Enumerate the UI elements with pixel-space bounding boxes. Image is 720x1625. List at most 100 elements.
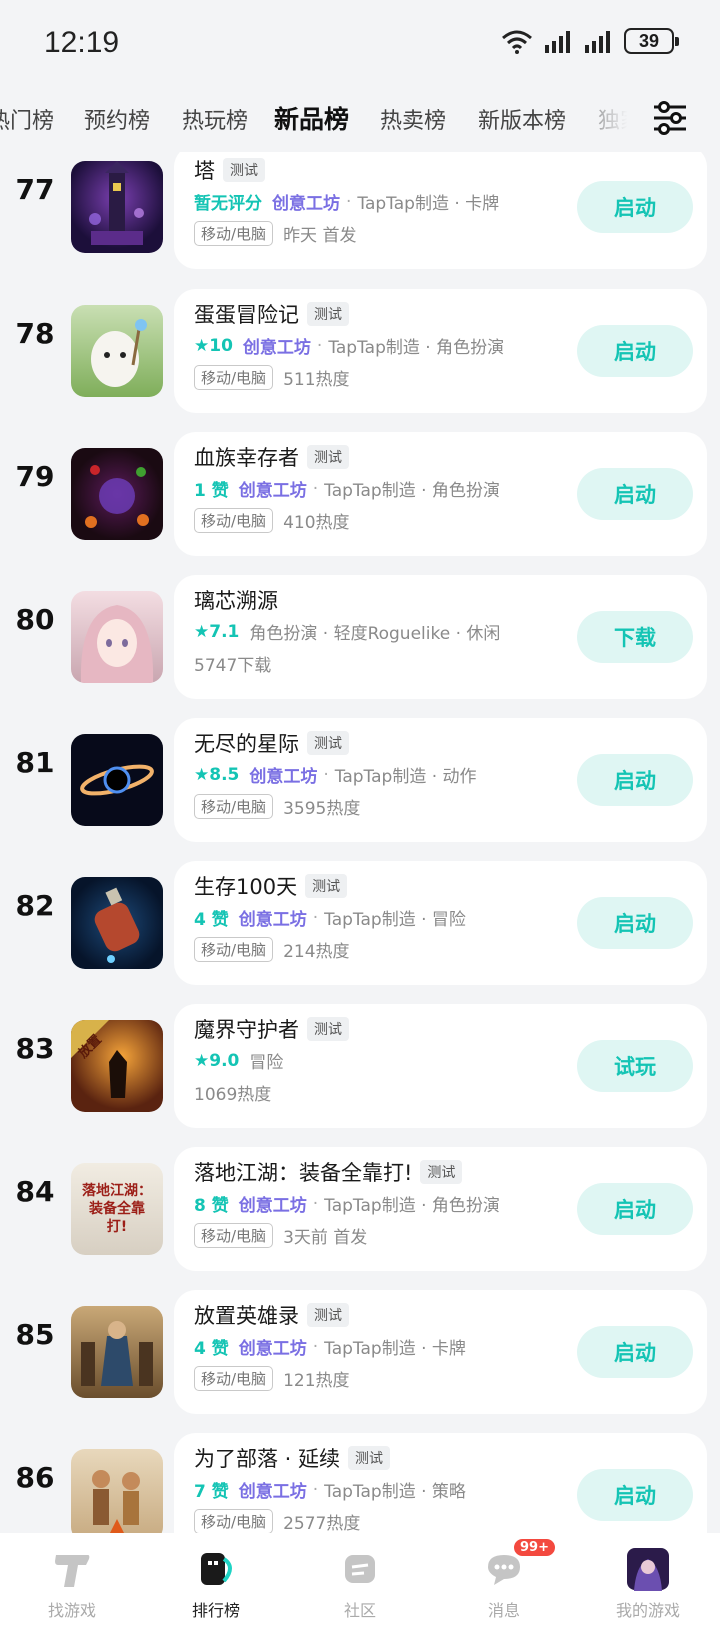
game-card[interactable]: 蛋蛋冒险记 测试 ★10 创意工坊 · TapTap制造 · 角色扮演 移动/电… [174, 289, 707, 413]
nav-label: 消息 [487, 1601, 520, 1620]
nav-messages[interactable]: 99+ 消息 [432, 1533, 576, 1625]
game-info: 3天前 首发 [283, 1228, 368, 1248]
try-button[interactable]: 试玩 [577, 1040, 693, 1092]
list-item[interactable]: 83 放置 魔界守护者 测试 ★9.0 冒险 1069热度 试玩 [0, 1004, 720, 1128]
game-card[interactable]: 为了部落 · 延续 测试 7 赞 创意工坊 · TapTap制造 · 策略 移动… [174, 1433, 707, 1533]
workshop-tag[interactable]: 创意工坊 [239, 905, 307, 930]
test-badge: 测试 [348, 1446, 391, 1470]
game-icon[interactable] [71, 591, 163, 683]
game-info: 2577热度 [283, 1514, 361, 1533]
game-tags: TapTap制造 · 冒险 [324, 910, 466, 930]
my-games-avatar-icon [627, 1548, 669, 1591]
tab-best-selling[interactable]: 热卖榜 [380, 103, 446, 135]
workshop-tag[interactable]: 创意工坊 [239, 476, 307, 501]
game-icon[interactable] [71, 1449, 163, 1533]
nav-community[interactable]: 社区 [288, 1533, 432, 1625]
tab-hot-play[interactable]: 热玩榜 [182, 103, 248, 135]
game-tags: 角色扮演 · 轻度Roguelike · 休闲 [249, 624, 501, 644]
launch-button[interactable]: 启动 [577, 181, 693, 233]
list-item[interactable]: 82 生存100天 测试 4 赞 创意工坊 · TapTap制造 · 冒险 移动… [0, 861, 720, 985]
platform-tag: 移动/电脑 [194, 508, 274, 533]
test-badge: 测试 [307, 445, 349, 469]
game-info: 511热度 [283, 370, 350, 390]
game-icon[interactable]: 放置 [71, 1020, 163, 1112]
game-icon[interactable] [71, 734, 163, 826]
game-tags: TapTap制造 · 卡牌 [324, 1339, 466, 1359]
list-item[interactable]: 80 璃芯溯源 ★7.1 角色扮演 · 轻度Roguelike · 休闲 574… [0, 575, 720, 699]
download-button[interactable]: 下载 [577, 611, 693, 663]
game-title: 蛋蛋冒险记 [194, 303, 299, 327]
game-card[interactable]: 落地江湖：装备全靠打! 测试 8 赞 创意工坊 · TapTap制造 · 角色扮… [174, 1147, 707, 1271]
filter-icon[interactable] [650, 98, 690, 138]
rank-number: 83 [15, 1032, 55, 1065]
workshop-tag[interactable]: 创意工坊 [239, 1191, 307, 1216]
game-score: ★8.5 [194, 764, 240, 785]
game-score: ★10 [194, 335, 233, 356]
game-title: 无尽的星际 [194, 732, 299, 756]
game-icon[interactable] [71, 305, 163, 397]
nav-my-games[interactable]: 我的游戏 [576, 1533, 720, 1625]
test-badge: 测试 [307, 731, 349, 755]
game-card[interactable]: 塔 测试 暂无评分 创意工坊 · TapTap制造 · 卡牌 移动/电脑 昨天 … [174, 152, 707, 269]
game-tags: TapTap制造 · 角色扮演 [324, 1196, 500, 1216]
tab-new-version[interactable]: 新版本榜 [478, 103, 566, 135]
rank-number: 86 [15, 1461, 55, 1494]
game-card[interactable]: 生存100天 测试 4 赞 创意工坊 · TapTap制造 · 冒险 移动/电脑… [174, 861, 707, 985]
list-item[interactable]: 78 蛋蛋冒险记 测试 ★10 创意工坊 · TapTap制造 · 角色扮演 移… [0, 289, 720, 413]
list-item[interactable]: 86 为了部落 · 延续 测试 7 赞 创意工坊 · TapTap制造 · 策略… [0, 1433, 720, 1533]
game-icon[interactable] [71, 1306, 163, 1398]
workshop-tag[interactable]: 创意工坊 [249, 762, 317, 787]
game-tags: TapTap制造 · 策略 [324, 1482, 466, 1502]
workshop-tag[interactable]: 创意工坊 [239, 1334, 307, 1359]
game-icon[interactable] [71, 448, 163, 540]
taptap-logo-icon [55, 1555, 90, 1587]
game-title: 放置英雄录 [194, 1304, 299, 1328]
game-tags: TapTap制造 · 卡牌 [357, 194, 500, 214]
game-card[interactable]: 无尽的星际 测试 ★8.5 创意工坊 · TapTap制造 · 动作 移动/电脑… [174, 718, 707, 842]
wifi-icon [502, 30, 532, 54]
launch-button[interactable]: 启动 [577, 1326, 693, 1378]
nav-find-games[interactable]: 找游戏 [0, 1533, 144, 1625]
nav-rankings[interactable]: 排行榜 [144, 1533, 288, 1625]
platform-tag: 移动/电脑 [194, 221, 274, 246]
launch-button[interactable]: 启动 [577, 897, 693, 949]
game-icon[interactable] [71, 877, 163, 969]
rank-list: 77 塔 测试 暂无评分 创意工坊 · TapTap制造 · 卡牌 移动/电脑 … [0, 152, 720, 1533]
status-time: 12:19 [44, 26, 120, 59]
game-card[interactable]: 放置英雄录 测试 4 赞 创意工坊 · TapTap制造 · 卡牌 移动/电脑 … [174, 1290, 707, 1414]
list-item[interactable]: 85 放置英雄录 测试 4 赞 创意工坊 · TapTap制造 · 卡牌 移动/… [0, 1290, 720, 1414]
list-item[interactable]: 77 塔 测试 暂无评分 创意工坊 · TapTap制造 · 卡牌 移动/电脑 … [0, 152, 720, 269]
tab-reserve[interactable]: 预约榜 [84, 103, 150, 135]
list-item[interactable]: 81 无尽的星际 测试 ★8.5 创意工坊 · TapTap制造 · 动作 移动… [0, 718, 720, 842]
list-item[interactable]: 79 血族幸存者 测试 1 赞 创意工坊 · TapTap制造 · 角色扮演 移… [0, 432, 720, 556]
platform-tag: 移动/电脑 [194, 937, 274, 962]
game-title: 塔 [194, 159, 215, 183]
list-item[interactable]: 84 落地江湖：装备全靠打! 落地江湖：装备全靠打! 测试 8 赞 创意工坊 ·… [0, 1147, 720, 1271]
nav-label: 找游戏 [47, 1601, 96, 1620]
workshop-tag[interactable]: 创意工坊 [239, 1477, 307, 1502]
game-card[interactable]: 魔界守护者 测试 ★9.0 冒险 1069热度 试玩 [174, 1004, 707, 1128]
game-icon[interactable] [71, 161, 163, 253]
test-badge: 测试 [305, 874, 348, 898]
workshop-tag[interactable]: 创意工坊 [272, 189, 340, 214]
signal-icon [545, 31, 570, 53]
launch-button[interactable]: 启动 [577, 1183, 693, 1235]
workshop-tag[interactable]: 创意工坊 [243, 333, 311, 358]
tab-hot[interactable]: 热门榜 [0, 103, 54, 135]
game-info: 410热度 [283, 513, 350, 533]
tab-new-label: 新品榜 [274, 105, 350, 134]
game-title: 为了部落 · 延续 [194, 1447, 341, 1471]
game-card[interactable]: 血族幸存者 测试 1 赞 创意工坊 · TapTap制造 · 角色扮演 移动/电… [174, 432, 707, 556]
platform-tag: 移动/电脑 [194, 1366, 274, 1391]
launch-button[interactable]: 启动 [577, 754, 693, 806]
game-info: 昨天 首发 [283, 226, 357, 246]
launch-button[interactable]: 启动 [577, 468, 693, 520]
launch-button[interactable]: 启动 [577, 1469, 693, 1521]
rank-number: 82 [15, 889, 55, 922]
tab-new[interactable]: 新品榜 [272, 100, 352, 136]
rank-number: 85 [15, 1318, 55, 1351]
game-icon[interactable]: 落地江湖：装备全靠打! [71, 1163, 163, 1255]
launch-button[interactable]: 启动 [577, 325, 693, 377]
game-tags: TapTap制造 · 角色扮演 [328, 338, 505, 358]
game-card[interactable]: 璃芯溯源 ★7.1 角色扮演 · 轻度Roguelike · 休闲 5747下载… [174, 575, 707, 699]
